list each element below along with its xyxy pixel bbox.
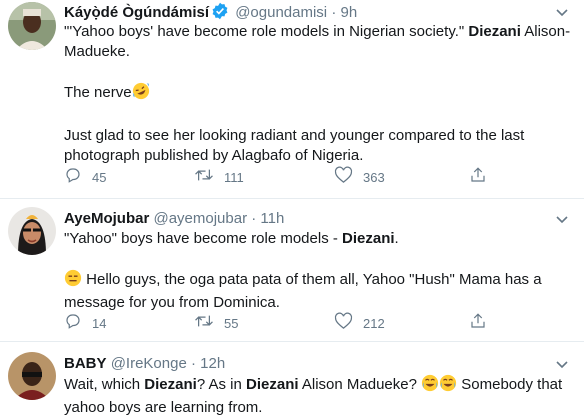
- like-count: 363: [363, 170, 385, 185]
- highlighted-term: Diezani: [246, 376, 299, 393]
- tears-of-joy-emoji: [439, 374, 457, 398]
- highlighted-term: Diezani: [342, 230, 395, 247]
- share-button[interactable]: [469, 166, 487, 190]
- chevron-down-icon[interactable]: [554, 4, 570, 26]
- tweet-text-part: "'Yahoo boys' have become role models in…: [64, 23, 469, 40]
- display-name[interactable]: AyeMojubar: [64, 210, 149, 227]
- username[interactable]: @ayemojubar: [153, 210, 247, 227]
- avatar[interactable]: [8, 352, 56, 400]
- like-count: 212: [363, 316, 385, 331]
- retweet-button[interactable]: 55: [194, 314, 238, 334]
- reply-icon: [64, 312, 82, 336]
- tweet-irekonge[interactable]: BABY @IreKonge · 12h Wait, which Diezani…: [0, 342, 584, 418]
- tweet-text: Wait, which Diezani? As in Diezani Aliso…: [64, 374, 572, 418]
- tweet-text-part: Just glad to see her looking radiant and…: [64, 127, 525, 164]
- share-button[interactable]: [469, 312, 487, 336]
- tweet-actions: 45 111 363: [64, 166, 534, 190]
- tweet-text-part: .: [394, 230, 399, 247]
- retweet-count: 55: [224, 316, 239, 331]
- retweet-count: 111: [224, 170, 244, 185]
- reply-count: 45: [92, 170, 107, 185]
- chevron-down-icon[interactable]: [554, 211, 570, 233]
- avatar[interactable]: [8, 2, 56, 50]
- separator-dot: ·: [251, 210, 257, 227]
- tweet-actions: 14 55 212: [64, 312, 534, 336]
- tweet-header: Káyọ̀dé Ògúndámisí @ogundamisi · 9h: [64, 2, 572, 22]
- expressionless-emoji: [64, 269, 82, 293]
- timestamp[interactable]: 11h: [260, 210, 284, 227]
- reply-button[interactable]: 45: [64, 168, 106, 188]
- retweet-icon: [194, 166, 214, 190]
- like-button[interactable]: 212: [334, 312, 385, 336]
- tweet-ogundamisi[interactable]: Káyọ̀dé Ògúndámisí @ogundamisi · 9h "'Ya…: [0, 0, 584, 198]
- display-name[interactable]: BABY: [64, 355, 107, 372]
- username[interactable]: @IreKonge: [111, 355, 187, 372]
- retweet-button[interactable]: 111: [194, 168, 244, 188]
- tweet-text-part: The nerve: [64, 84, 132, 101]
- like-button[interactable]: 363: [334, 166, 385, 190]
- avatar[interactable]: [8, 207, 56, 255]
- tweet-text-part: Hello guys, the oga pata pata of them al…: [64, 271, 542, 311]
- share-icon: [469, 166, 487, 190]
- separator-dot: ·: [190, 355, 196, 372]
- chevron-down-icon[interactable]: [554, 356, 570, 378]
- timestamp[interactable]: 12h: [200, 355, 225, 372]
- tweet-text: "'Yahoo boys' have become role models in…: [64, 22, 572, 166]
- tweet-text-part: ? As in: [196, 376, 247, 393]
- tweet-header: AyeMojubar @ayemojubar · 11h: [64, 209, 572, 229]
- like-icon: [334, 166, 353, 190]
- timestamp[interactable]: 9h: [341, 4, 358, 21]
- highlighted-term: Diezani: [468, 23, 521, 40]
- rofl-emoji: [132, 82, 150, 106]
- separator-dot: ·: [331, 4, 337, 21]
- highlighted-term: Diezani: [144, 376, 197, 393]
- reply-count: 14: [92, 316, 107, 331]
- reply-icon: [64, 166, 82, 190]
- tweet-text-part: "Yahoo" boys have become role models -: [64, 230, 343, 247]
- tears-of-joy-emoji: [421, 374, 439, 398]
- username[interactable]: @ogundamisi: [235, 4, 327, 21]
- tweet-ayemojubar[interactable]: AyeMojubar @ayemojubar · 11h "Yahoo" boy…: [0, 199, 584, 341]
- tweet-text-part: Wait, which: [64, 376, 145, 393]
- tweet-text-part: Alison Madueke?: [298, 376, 422, 393]
- share-icon: [469, 312, 487, 336]
- reply-button[interactable]: 14: [64, 314, 106, 334]
- like-icon: [334, 312, 353, 336]
- tweet-text: "Yahoo" boys have become role models - D…: [64, 229, 572, 313]
- verified-badge-icon: [211, 2, 229, 26]
- retweet-icon: [194, 312, 214, 336]
- display-name[interactable]: Káyọ̀dé Ògúndámisí: [64, 4, 209, 21]
- tweet-header: BABY @IreKonge · 12h: [64, 354, 572, 374]
